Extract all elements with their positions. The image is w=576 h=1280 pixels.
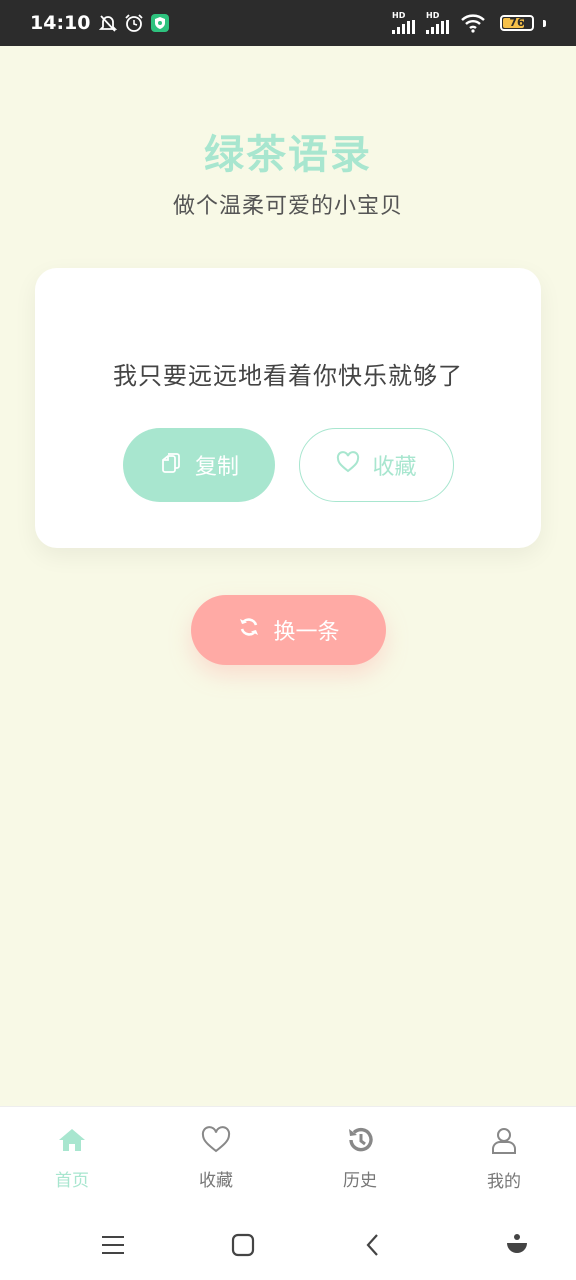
tab-favorites[interactable]: 收藏 [144,1107,288,1210]
favorite-button[interactable]: 收藏 [299,428,454,502]
favorite-label: 收藏 [372,455,417,480]
tab-label: 首页 [55,1171,89,1191]
home-icon [57,1126,87,1158]
system-nav-bar [0,1210,576,1280]
signal-label: HD [392,11,406,20]
signal-1: HD [392,12,418,34]
menu-icon[interactable] [48,1235,178,1255]
bottom-tab-bar: 首页 收藏 历史 我的 [0,1106,576,1210]
shield-app-icon [150,13,170,33]
back-icon[interactable] [308,1233,438,1257]
tab-label: 我的 [487,1172,521,1192]
copy-label: 复制 [194,455,239,480]
refresh-label: 换一条 [273,620,340,645]
copy-button[interactable]: 复制 [123,428,275,502]
battery-level: 76 [509,16,525,29]
tab-label: 历史 [343,1171,377,1191]
page-title: 绿茶语录 [204,132,372,178]
history-icon [345,1126,375,1158]
quote-text: 我只要远远地看着你快乐就够了 [113,362,463,390]
refresh-button[interactable]: 换一条 [191,595,386,665]
tab-label: 收藏 [199,1171,233,1191]
signal-2: HD [426,12,452,34]
assistant-icon[interactable] [438,1233,528,1257]
status-bar: 14:10 HD HD 76 [0,0,576,46]
signal-label: HD [426,11,440,20]
tab-profile[interactable]: 我的 [432,1107,576,1210]
bell-muted-icon [98,13,118,33]
quote-card: 我只要远远地看着你快乐就够了 复制 收藏 [35,268,541,548]
signal-bars-icon [426,20,449,34]
refresh-icon [237,615,261,645]
signal-bars-icon [392,20,415,34]
page-subtitle: 做个温柔可爱的小宝贝 [172,194,403,219]
status-right: HD HD 76 [392,12,546,34]
tab-home[interactable]: 首页 [0,1107,144,1210]
heart-icon [201,1126,231,1158]
copy-icon [159,450,183,480]
wifi-icon [460,13,486,33]
alarm-icon [124,13,144,33]
battery-tip [543,19,546,27]
status-time: 14:10 [30,12,91,34]
battery-indicator: 76 [500,15,534,31]
user-icon [489,1125,519,1159]
home-square-icon[interactable] [178,1233,308,1257]
heart-icon [336,451,360,479]
tab-history[interactable]: 历史 [288,1107,432,1210]
